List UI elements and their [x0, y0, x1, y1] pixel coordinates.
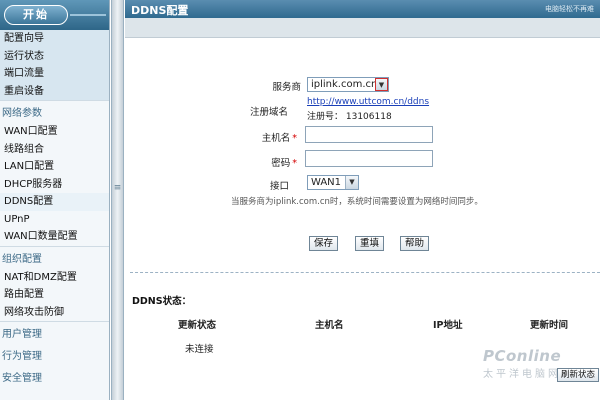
- sidebar-item[interactable]: WAN口配置: [0, 123, 109, 141]
- help-button[interactable]: 帮助: [400, 236, 430, 251]
- hostname-input[interactable]: [305, 126, 433, 143]
- page-title: DDNS配置: [131, 4, 189, 17]
- frame-splitter[interactable]: ≡: [111, 0, 124, 400]
- menu-body: 配置向导 运行状态 端口流量 重启设备网络参数 WAN口配置 线路组合 LAN口配置 DHCP…: [0, 30, 109, 388]
- watermark-brand: PConline: [483, 347, 562, 365]
- registration-number: 注册号： 13106118: [307, 112, 392, 122]
- sidebar-item[interactable]: UPnP: [0, 211, 109, 229]
- hostname-label: 主机名 *: [261, 133, 297, 144]
- menu-group: 配置向导 运行状态 端口流量 重启设备: [0, 30, 109, 101]
- header-slogan: 电脑轻松不再难: [545, 5, 594, 13]
- column-header-hostname: 主机名: [315, 320, 344, 331]
- sidebar-item[interactable]: 配置向导: [0, 30, 109, 48]
- start-bar: 开始: [0, 0, 109, 30]
- ddns-register-link[interactable]: http://www.uttcom.cn/ddns: [307, 97, 429, 107]
- menu-heading[interactable]: 网络参数: [0, 105, 109, 123]
- sidebar-item[interactable]: 运行状态: [0, 48, 109, 66]
- sidebar-menu: 开始 配置向导 运行状态 端口流量 重启设备 网络参数 WAN口配置 线路组合 LAN口配置 D…: [0, 0, 110, 400]
- column-header-update-time: 更新时间: [530, 320, 569, 331]
- sidebar-item[interactable]: DHCP服务器: [0, 176, 109, 194]
- column-header-ip: IP地址: [433, 320, 463, 331]
- password-input[interactable]: [305, 150, 433, 167]
- required-mark: *: [292, 133, 297, 144]
- title-bar: DDNS配置 电脑轻松不再难: [125, 0, 600, 18]
- provider-select-value: iplink.com.cn: [311, 79, 378, 90]
- sidebar-item[interactable]: NAT和DMZ配置: [0, 269, 109, 287]
- port-select[interactable]: WAN1 ▼: [307, 175, 359, 190]
- chevron-down-icon[interactable]: ▼: [375, 78, 388, 91]
- port-select-value: WAN1: [311, 177, 342, 188]
- column-header-update-status: 更新状态: [178, 320, 217, 331]
- sidebar-item[interactable]: 端口流量: [0, 65, 109, 83]
- password-label: 密码 *: [271, 158, 297, 169]
- sidebar-item[interactable]: LAN口配置: [0, 158, 109, 176]
- menu-group: WAN口配置 线路组合 LAN口配置 DHCP服务器 DDNS配置 UPnP WAN口数量配…: [0, 123, 109, 247]
- start-button[interactable]: 开始: [4, 5, 68, 25]
- decorative-swirl: [70, 14, 106, 16]
- save-button[interactable]: 保存: [309, 236, 339, 251]
- chevron-down-icon[interactable]: ▼: [345, 176, 358, 189]
- port-label: 接口: [269, 181, 289, 192]
- collapse-handle-icon[interactable]: ≡: [113, 180, 122, 196]
- sidebar-item[interactable]: 网络攻击防御: [0, 304, 109, 322]
- menu-heading[interactable]: 安全管理: [0, 370, 109, 388]
- reset-button[interactable]: 重填: [355, 236, 385, 251]
- ddns-status-section: DDNS状态： 更新状态 主机名 IP地址 更新时间 未连接 PConline …: [130, 272, 600, 400]
- toolbar-strip: [125, 18, 600, 38]
- menu-heading[interactable]: 行为管理: [0, 348, 109, 366]
- menu-group: NAT和DMZ配置 路由配置 网络攻击防御: [0, 269, 109, 322]
- connection-status: 未连接: [185, 344, 214, 355]
- provider-label: 服务商: [272, 82, 301, 93]
- domain-label: 注册域名: [249, 107, 288, 118]
- sidebar-item[interactable]: WAN口数量配置: [0, 228, 109, 246]
- sidebar-item[interactable]: 线路组合: [0, 141, 109, 159]
- watermark-sub: 太平洋电脑网: [483, 369, 561, 380]
- provider-select[interactable]: iplink.com.cn ▼: [307, 77, 389, 92]
- sidebar-item[interactable]: 重启设备: [0, 83, 109, 101]
- sidebar-item[interactable]: DDNS配置: [0, 193, 109, 211]
- status-title: DDNS状态：: [132, 296, 192, 307]
- refresh-status-button[interactable]: 刷新状态: [557, 368, 600, 382]
- main-panel: DDNS配置 电脑轻松不再难 服务商 iplink.com.cn ▼ 注册域名 …: [125, 0, 600, 400]
- ntp-note: 当服务商为iplink.com.cn时，系统时间需要设置为网络时间同步。: [231, 197, 483, 207]
- menu-heading[interactable]: 用户管理: [0, 326, 109, 344]
- sidebar-item[interactable]: 路由配置: [0, 286, 109, 304]
- required-mark: *: [292, 158, 297, 169]
- menu-heading[interactable]: 组织配置: [0, 251, 109, 269]
